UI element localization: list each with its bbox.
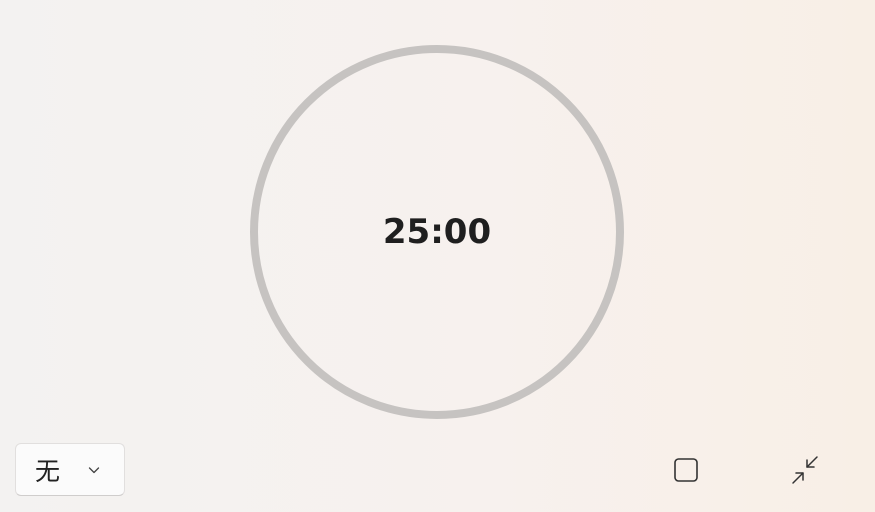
compact-overlay-button[interactable] bbox=[784, 449, 826, 491]
chevron-down-icon bbox=[86, 462, 102, 478]
focus-timer-window: 25:00 无 bbox=[0, 0, 875, 512]
square-button[interactable] bbox=[665, 449, 707, 491]
square-icon bbox=[673, 457, 699, 483]
timer-display: 25:00 bbox=[382, 212, 492, 252]
timer-mode-value: 无 bbox=[35, 456, 61, 486]
timer-mode-dropdown[interactable]: 无 bbox=[15, 443, 125, 496]
compact-overlay-icon bbox=[789, 454, 821, 486]
timer-ring: 25:00 bbox=[250, 45, 624, 419]
